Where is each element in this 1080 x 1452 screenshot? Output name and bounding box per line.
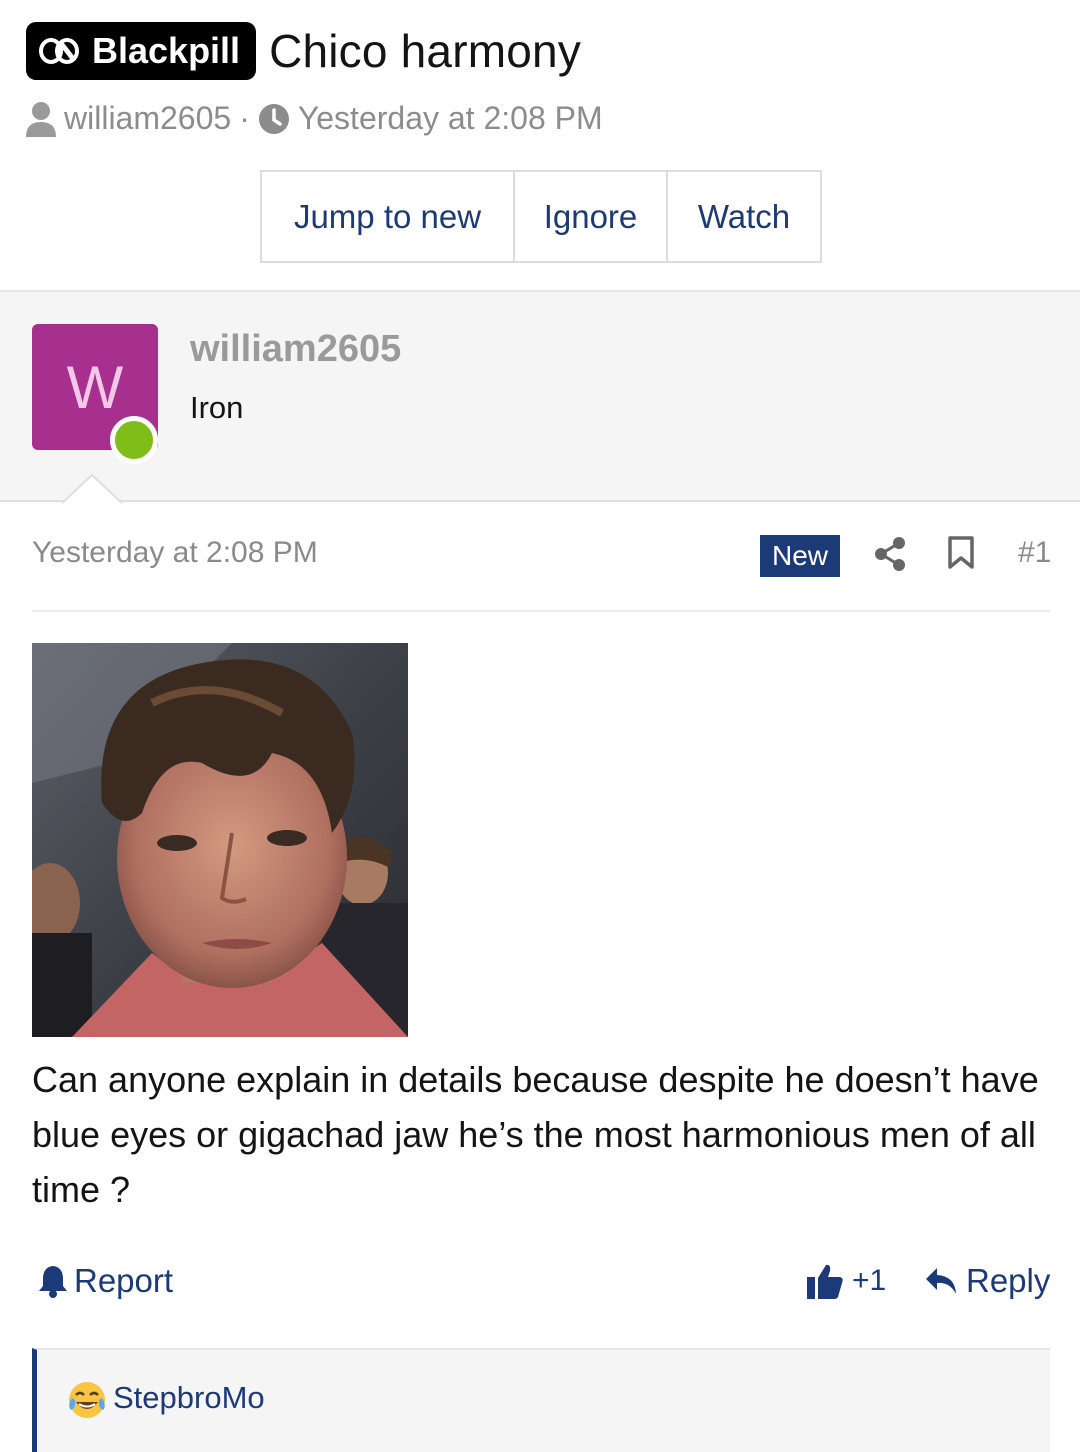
share-icon[interactable] <box>874 536 906 577</box>
reply-arrow-icon <box>926 1268 956 1294</box>
post-date[interactable]: Yesterday at 2:08 PM <box>32 536 318 570</box>
online-status-indicator <box>110 416 158 464</box>
user-icon <box>26 101 56 137</box>
thread-author[interactable]: william2605 <box>64 100 231 137</box>
thread-title: Chico harmony <box>269 25 582 77</box>
bookmark-icon[interactable] <box>947 536 975 575</box>
prefix-label: Blackpill <box>92 30 241 71</box>
post-user-block: W william2605 Iron <box>0 290 1080 502</box>
post-number[interactable]: #1 <box>1018 536 1051 570</box>
face-with-tears-of-joy-icon <box>67 1380 107 1425</box>
like-button[interactable]: +1 <box>806 1262 886 1300</box>
thread-timestamp[interactable]: Yesterday at 2:08 PM <box>298 100 603 137</box>
prefix-badge[interactable]: Blackpill <box>26 22 257 80</box>
watch-button[interactable]: Watch <box>668 172 820 261</box>
thread-title-row: Blackpill Chico harmony <box>26 22 581 80</box>
jump-to-new-button[interactable]: Jump to new <box>262 172 515 261</box>
thread-action-buttons: Jump to new Ignore Watch <box>260 170 822 263</box>
reply-label: Reply <box>966 1262 1051 1299</box>
reactions-bar[interactable]: StepbroMo <box>32 1348 1050 1452</box>
bell-icon <box>39 1266 67 1298</box>
new-badge: New <box>760 535 840 577</box>
report-button[interactable]: Report <box>38 1262 173 1300</box>
meta-separator: · <box>239 100 250 136</box>
user-title: Iron <box>190 390 244 425</box>
like-count: +1 <box>852 1264 887 1297</box>
clock-icon <box>258 103 290 135</box>
reaction-user-link[interactable]: StepbroMo <box>113 1380 265 1416</box>
thread-meta: william2605 · Yesterday at 2:08 PM <box>26 100 603 137</box>
post-body: Can anyone explain in details because de… <box>32 1059 1039 1210</box>
post-image[interactable] <box>32 643 408 1037</box>
reply-button[interactable]: Reply <box>924 1262 1050 1300</box>
report-label: Report <box>74 1262 174 1299</box>
post-header-divider <box>32 610 1050 612</box>
blackpill-logo-icon <box>39 38 79 64</box>
thumbs-up-icon <box>807 1264 843 1299</box>
ignore-button[interactable]: Ignore <box>515 172 668 261</box>
post-username[interactable]: william2605 <box>190 328 401 371</box>
